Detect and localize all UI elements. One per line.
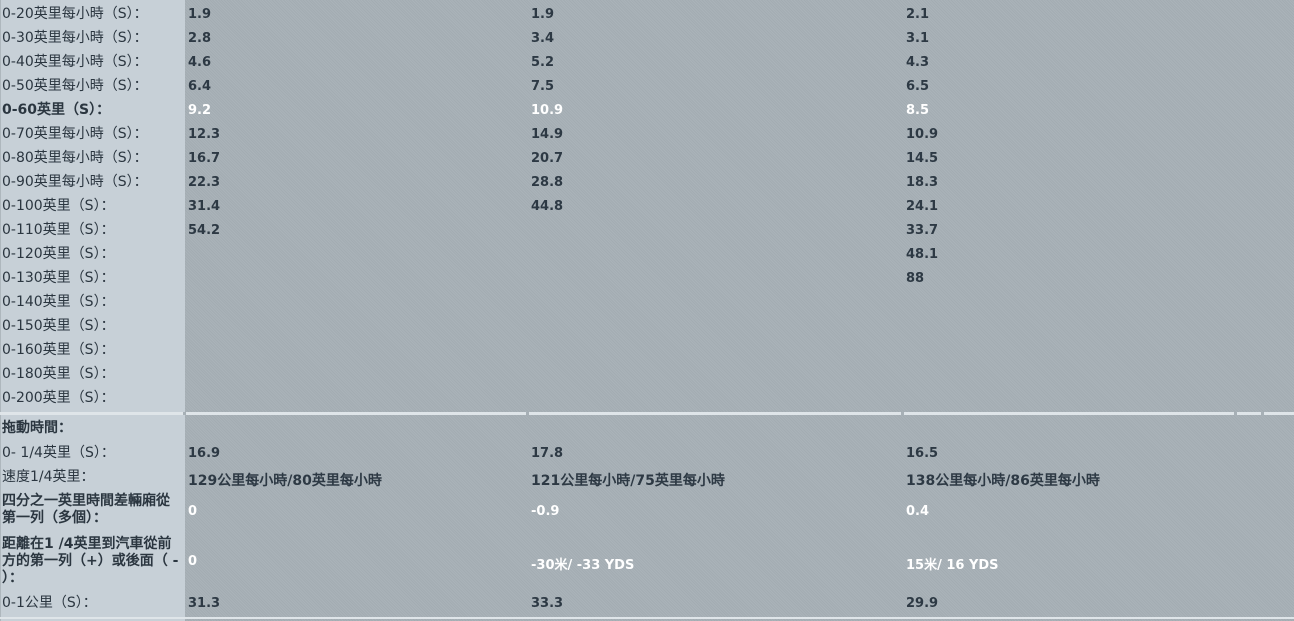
cell-value: 28.8: [531, 175, 564, 190]
cell-value: 29.9: [906, 596, 939, 611]
row-label: 0-70英里每小時（S）：: [2, 126, 148, 142]
cell-value: 0.4: [906, 504, 930, 519]
cell-value: 0: [188, 504, 198, 519]
cell-value: 4.6: [188, 55, 212, 70]
row-label: 0-100英里（S）：: [2, 198, 115, 214]
cell-value: 17.8: [531, 446, 564, 461]
cell-value: 2.8: [188, 31, 212, 46]
cell-value: 14.9: [531, 127, 564, 142]
cell-value: 16.5: [906, 446, 939, 461]
cell-value: 0: [188, 554, 198, 569]
row-label: 距離在1 /4英里到汽車從前方的第一列（+）或後面（ - ）：: [2, 536, 179, 586]
cell-value: 129公里每小時/80英里每小時: [188, 473, 382, 489]
cell-value: 10.9: [906, 127, 939, 142]
table-left-border: [0, 0, 1, 621]
cell-value: 121公里每小時/75英里每小時: [531, 473, 725, 489]
row-label: 0-200英里（S）：: [2, 390, 115, 406]
cell-value: 54.2: [188, 223, 221, 238]
row-label: 0-80英里每小時（S）：: [2, 150, 148, 166]
cell-value: 6.4: [188, 79, 212, 94]
cell-value: 31.3: [188, 596, 221, 611]
cell-value: 44.8: [531, 199, 564, 214]
row-label: 0- 1/4英里（S）：: [2, 445, 115, 461]
row-label: 0-1公里（S）：: [2, 595, 97, 611]
cell-value: 22.3: [188, 175, 221, 190]
bottom-divider: [0, 617, 1294, 619]
row-label: 0-30英里每小時（S）：: [2, 30, 148, 46]
cell-value: 3.1: [906, 31, 930, 46]
row-label: 四分之一英里時間差輛廂從第一列（多個）：: [2, 493, 170, 526]
row-label: 0-180英里（S）：: [2, 366, 115, 382]
cell-value: 138公里每小時/86英里每小時: [906, 473, 1100, 489]
row-label: 0-160英里（S）：: [2, 342, 115, 358]
cell-value: 48.1: [906, 247, 939, 262]
cell-value: 16.9: [188, 446, 221, 461]
cell-value: 7.5: [531, 79, 555, 94]
cell-value: 10.9: [531, 103, 564, 118]
row-label: 0-90英里每小時（S）：: [2, 174, 148, 190]
cell-value: 15米/ 16 YDS: [906, 558, 999, 573]
cell-value: 4.3: [906, 55, 930, 70]
cell-value: -0.9: [531, 504, 560, 519]
cell-value: 8.5: [906, 103, 930, 118]
cell-value: 1.9: [188, 7, 212, 22]
cell-value: 12.3: [188, 127, 221, 142]
cell-value: 33.7: [906, 223, 939, 238]
comparison-table: 0-20英里每小時（S）： 1.9 1.9 2.1 0-30英里每小時（S）： 2.8 3.…: [0, 0, 1294, 621]
row-label: 速度1/4英里：: [2, 469, 95, 485]
cell-value: 18.3: [906, 175, 939, 190]
cell-value: 33.3: [531, 596, 564, 611]
cell-value: 5.2: [531, 55, 555, 70]
row-label: 0-120英里（S）：: [2, 246, 115, 262]
cell-value: 31.4: [188, 199, 221, 214]
cell-value: 2.1: [906, 7, 930, 22]
cell-value: 1.9: [531, 7, 555, 22]
row-label: 0-140英里（S）：: [2, 294, 115, 310]
row-label: 0-20英里每小時（S）：: [2, 6, 148, 22]
row-label: 0-60英里（S）：: [2, 102, 111, 118]
section-divider: [0, 412, 1294, 415]
cell-value: -30米/ -33 YDS: [531, 558, 635, 573]
cell-value: 9.2: [188, 103, 212, 118]
drag-heading: 拖動時間：: [2, 420, 72, 436]
row-label: 0-150英里（S）：: [2, 318, 115, 334]
cell-value: 3.4: [531, 31, 555, 46]
row-label: 0-130英里（S）：: [2, 270, 115, 286]
row-label: 0-50英里每小時（S）：: [2, 78, 148, 94]
cell-value: 14.5: [906, 151, 939, 166]
cell-value: 16.7: [188, 151, 221, 166]
row-label: 0-40英里每小時（S）：: [2, 54, 148, 70]
row-label: 0-110英里（S）：: [2, 222, 115, 238]
cell-value: 20.7: [531, 151, 564, 166]
cell-value: 6.5: [906, 79, 930, 94]
cell-value: 24.1: [906, 199, 939, 214]
cell-value: 88: [906, 271, 925, 286]
